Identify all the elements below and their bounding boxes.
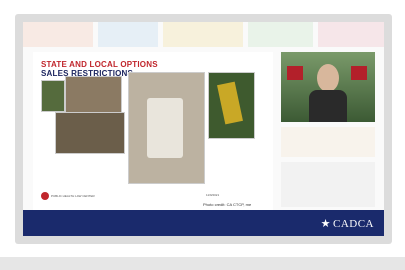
photo-bucket-butts — [128, 72, 205, 184]
background-tile — [23, 22, 93, 47]
speaker-face — [317, 64, 339, 92]
background-tile — [248, 22, 313, 47]
laptop-frame: STATE AND LOCAL OPTIONS SALES RESTRICTIO… — [15, 14, 392, 244]
background-tile — [281, 162, 375, 207]
logo: PUBLIC HEALTH LAW CENTER — [41, 192, 95, 200]
footer-bar: ★ CADCA — [23, 210, 384, 236]
slide-title-text: STATE AND LOCAL OPTIONS — [41, 60, 158, 69]
photo-filters-pile — [55, 112, 125, 154]
photo-tobacco-packet — [208, 72, 255, 139]
webcam-video-tile[interactable] — [281, 52, 375, 122]
background-tile — [318, 22, 384, 47]
speaker-body — [309, 90, 347, 122]
bucket-shape — [147, 98, 183, 158]
bottom-strip — [0, 257, 405, 270]
background-tile — [281, 127, 375, 157]
packet-shape — [217, 81, 243, 125]
logo-text: PUBLIC HEALTH LAW CENTER — [51, 194, 95, 198]
banner-right — [351, 66, 367, 80]
background-tile — [163, 22, 243, 47]
slide-date: 11/9/2021 — [206, 193, 220, 197]
photo-cigarette-pack — [41, 80, 65, 112]
banner-left — [287, 66, 303, 80]
presentation-screen: STATE AND LOCAL OPTIONS SALES RESTRICTIO… — [23, 22, 384, 236]
photo-credit: Photo credit: CA CTCP, me — [203, 202, 252, 207]
photo-cigarette-butts — [65, 76, 122, 113]
cadca-brand: CADCA — [332, 218, 374, 230]
cadca-logo: ★ CADCA — [321, 217, 374, 230]
logo-mark-icon — [41, 192, 49, 200]
background-tile — [98, 22, 158, 47]
star-icon: ★ — [320, 218, 331, 230]
slide: STATE AND LOCAL OPTIONS SALES RESTRICTIO… — [33, 52, 273, 212]
